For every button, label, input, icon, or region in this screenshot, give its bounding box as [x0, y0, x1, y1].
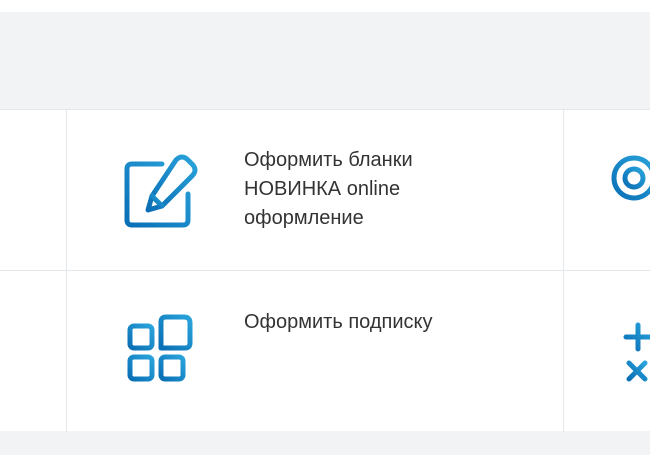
service-label: Оформить подписку — [244, 311, 433, 333]
subscription-grid-icon — [127, 314, 193, 382]
service-label: Оформить бланки НОВИНКА online оформлени… — [244, 149, 413, 229]
service-card-partial[interactable] — [564, 110, 650, 270]
service-card-subscription[interactable]: Оформить подписку — [67, 271, 563, 431]
services-row: Оформить подписку — [0, 271, 650, 431]
stamp-icon — [609, 155, 650, 219]
top-bar — [0, 0, 650, 12]
service-card-forms[interactable]: Оформить бланки НОВИНКА online оформлени… — [67, 110, 563, 270]
service-card-partial[interactable] — [564, 271, 650, 431]
services-grid: Оформить бланки НОВИНКА online оформлени… — [0, 109, 650, 432]
edit-form-icon — [124, 154, 198, 228]
services-row: Оформить бланки НОВИНКА online оформлени… — [0, 110, 650, 271]
plus-cross-icon — [623, 322, 650, 382]
